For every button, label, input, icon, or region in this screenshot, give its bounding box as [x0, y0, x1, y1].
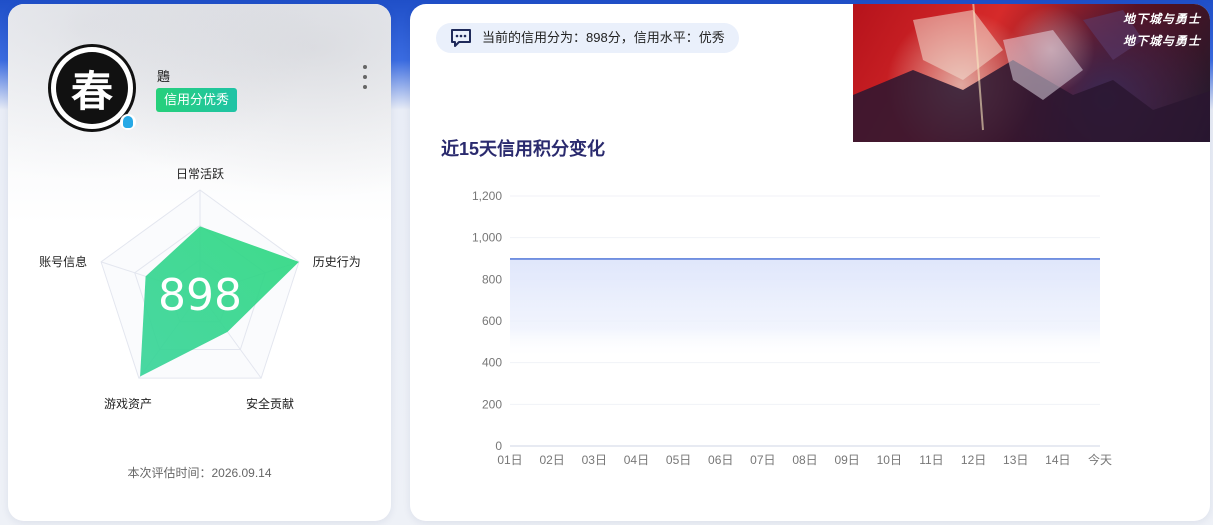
radar-label-history-behavior: 历史行为: [313, 255, 361, 269]
qq-icon: [120, 114, 136, 130]
y-tick-label: 800: [482, 272, 502, 286]
x-tick-label: 13日: [1003, 453, 1028, 467]
x-tick-label: 03日: [582, 453, 607, 467]
y-tick-label: 600: [482, 314, 502, 328]
more-vertical-icon[interactable]: [361, 65, 369, 89]
x-axis-ticks: 01日 02日 03日 04日 05日 06日 07日 08日 09日 10日 11日 12日 13日 1…: [497, 452, 1112, 467]
credit-summary-pill: 当前的信用分为：898分，信用水平：优秀: [436, 23, 739, 53]
radar-label-account-info: 账号信息: [39, 254, 87, 269]
radar-label-daily-active: 日常活跃: [176, 167, 224, 181]
evaluation-time: 本次评估时间：2026.09.14: [127, 466, 272, 480]
credit-trend-card: 当前的信用分为：898分，信用水平：优秀 地下城与勇士 地下城与勇士 近15天信…: [410, 4, 1210, 521]
x-tick-label: 08日: [792, 453, 817, 467]
x-tick-label: 05日: [666, 453, 691, 467]
x-tick-label: 14日: [1045, 453, 1070, 467]
x-tick-label: 12日: [961, 453, 986, 467]
series-area: [510, 258, 1100, 359]
game-banner[interactable]: 地下城与勇士 地下城与勇士: [853, 4, 1210, 142]
banner-logo: 地下城与勇士: [1122, 12, 1201, 26]
chart-title: 近15天信用积分变化: [441, 139, 606, 159]
avatar-image: 春: [56, 52, 128, 124]
x-tick-label: 06日: [708, 453, 733, 467]
y-tick-label: 1,000: [472, 231, 502, 245]
credit-level-badge: 信用分优秀: [156, 88, 238, 112]
y-tick-label: 400: [482, 356, 502, 370]
y-tick-label: 0: [495, 439, 502, 453]
credit-trend-chart: 02004006008001,0001,200 01日 02日 03日 04日 05日 0…: [472, 189, 1112, 467]
x-tick-label: 07日: [750, 453, 775, 467]
avatar-char: 春: [70, 66, 113, 116]
y-axis-ticks: 0 200 400 600 800 1,000 1,200: [472, 189, 502, 453]
x-tick-label: 02日: [539, 453, 564, 467]
radar-label-security-contribution: 安全贡献: [246, 396, 294, 411]
credit-summary-text: 当前的信用分为：898分，信用水平：优秀: [482, 30, 725, 45]
x-tick-label: 01日: [497, 453, 522, 467]
y-tick-label: 1,200: [472, 189, 502, 203]
credit-radar-chart: 898 日常活跃 历史行为 安全贡献 游戏资产 账号信息: [39, 167, 361, 411]
x-tick-label: 04日: [624, 453, 649, 467]
username: 鶗: [157, 70, 171, 85]
x-tick-label: 11日: [919, 453, 943, 467]
x-tick-label: 10日: [877, 453, 902, 467]
x-tick-label: 09日: [834, 453, 859, 467]
y-tick-label: 200: [482, 397, 502, 411]
message-icon: [451, 29, 471, 47]
credit-score: 898: [158, 270, 242, 321]
credit-profile-card: 春 鶗 信用分优秀 898 日常活跃 历史行为 安全贡献 游戏资产 账号信息 本…: [8, 4, 391, 521]
radar-label-game-assets: 游戏资产: [104, 397, 152, 411]
x-tick-label: 今天: [1088, 452, 1112, 467]
banner-logo-secondary: 地下城与勇士: [1122, 34, 1201, 48]
